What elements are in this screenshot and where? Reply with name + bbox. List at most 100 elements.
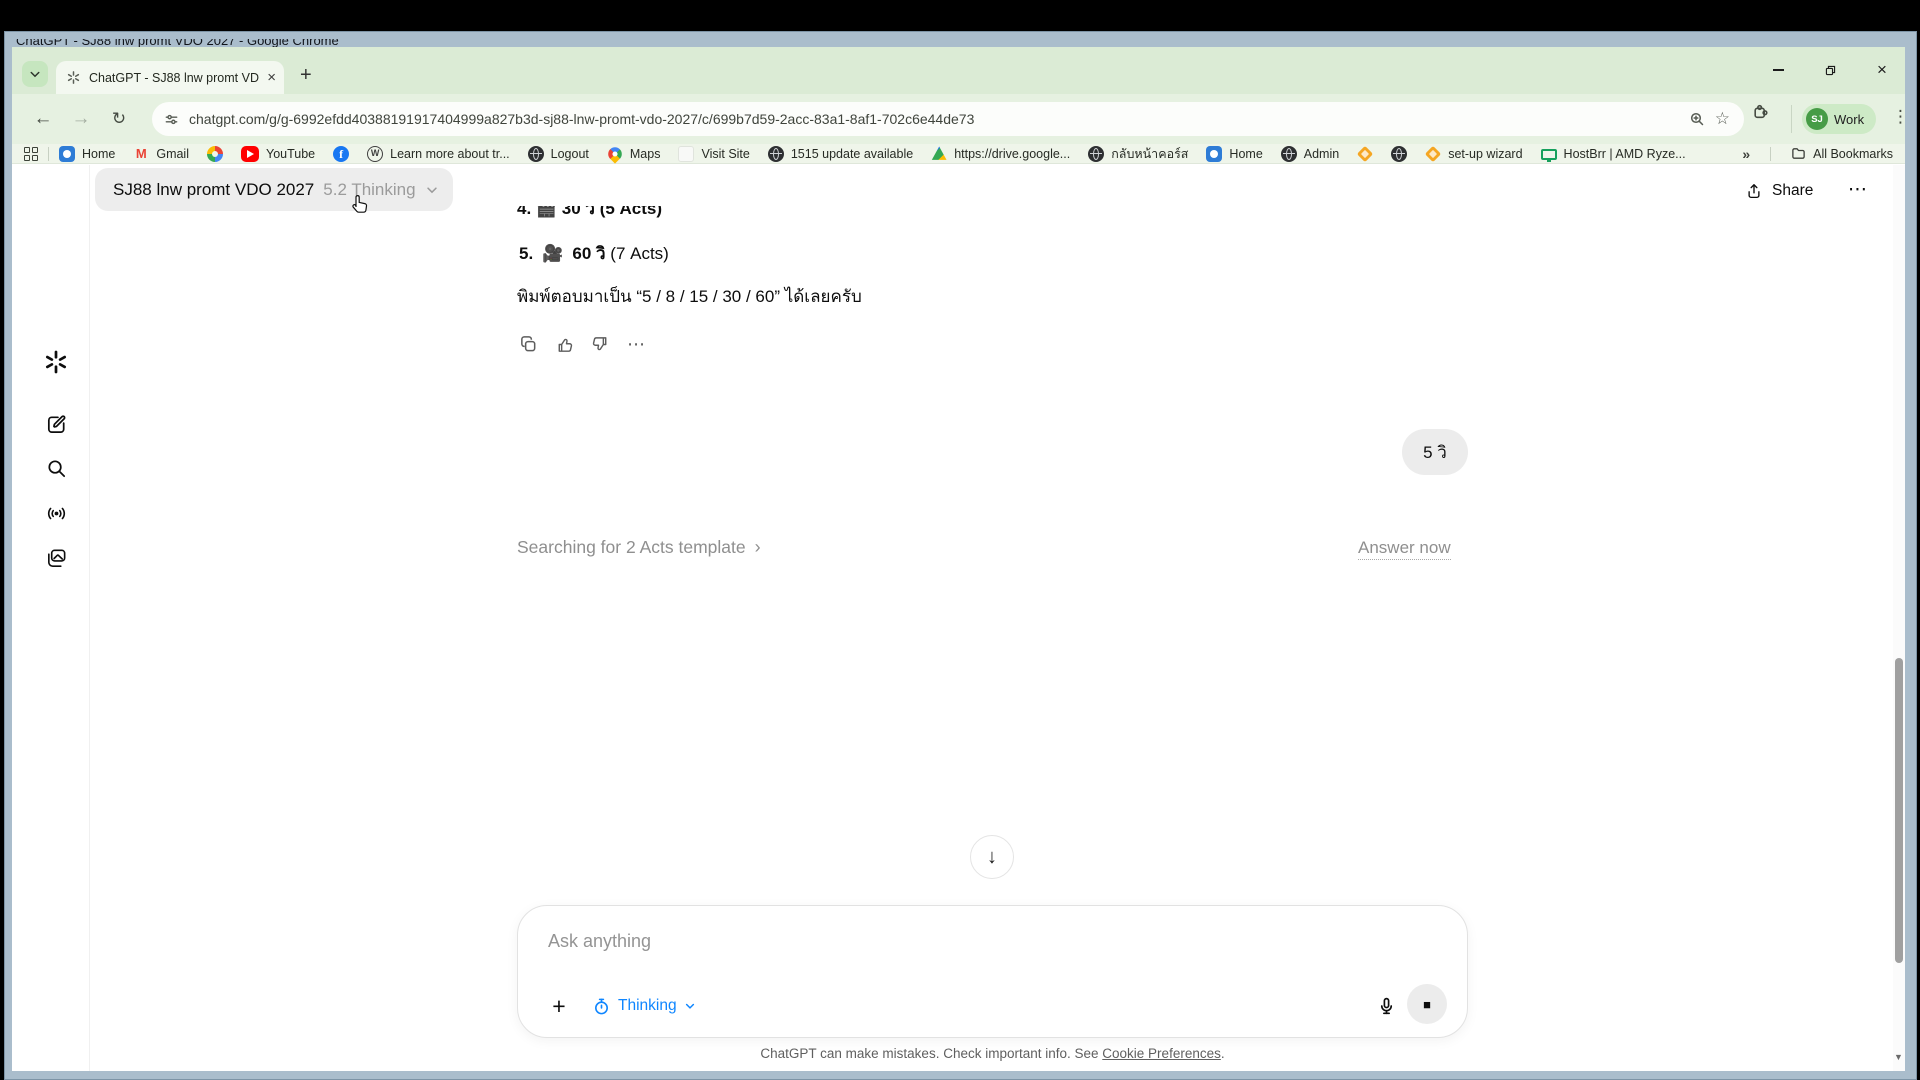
reload-button[interactable]: ↻ (104, 94, 134, 144)
bookmark-item[interactable]: set-up wizard (1425, 146, 1522, 162)
all-bookmarks-button[interactable]: All Bookmarks (1791, 146, 1893, 161)
bookmark-item[interactable] (207, 146, 223, 162)
apps-grid-icon[interactable] (24, 147, 38, 161)
mouse-cursor (348, 192, 370, 216)
chevron-down-icon (684, 1000, 696, 1012)
bookmarks-overflow-icon[interactable]: » (1742, 146, 1750, 162)
app-blue-icon (1206, 146, 1222, 162)
copy-icon[interactable] (519, 335, 538, 354)
bookmark-label: Home (1229, 147, 1262, 161)
bookmark-item[interactable]: กลับหน้าคอร์ส (1088, 144, 1188, 164)
bookmarks-list: Home Gmail YouTube Learn more about tr... Lo… (59, 144, 1734, 164)
window-controls: × (1765, 55, 1895, 85)
extensions-icon[interactable] (1752, 103, 1769, 120)
screen: { "colors": {"accent_blue": "#0f86ff", "… (0, 0, 1920, 1080)
restore-button[interactable] (1817, 57, 1843, 83)
share-label: Share (1772, 182, 1813, 200)
zoom-icon[interactable] (1689, 111, 1705, 127)
chevron-down-icon (29, 68, 41, 80)
bookmark-item[interactable]: Admin (1281, 146, 1339, 162)
chatgpt-favicon-icon (66, 70, 81, 85)
profile-button[interactable]: SJ Work (1802, 104, 1876, 134)
bookmark-item[interactable]: https://drive.google... (931, 146, 1070, 162)
browser-tab[interactable]: ChatGPT - SJ88 lnw promt VDO × (56, 61, 284, 94)
answer-now-link[interactable]: Answer now (1358, 538, 1451, 560)
thumbs-down-icon[interactable] (591, 335, 610, 354)
conversation-title-button[interactable]: SJ88 lnw promt VDO 2027 5.2 Thinking (95, 168, 453, 211)
voice-input-button[interactable] (1376, 996, 1397, 1017)
bookmark-item[interactable]: YouTube (241, 146, 315, 162)
bookmark-item[interactable]: Visit Site (678, 146, 749, 162)
bookmark-item[interactable]: Home (1206, 146, 1262, 162)
chevron-right-icon: › (755, 537, 761, 558)
minimize-icon (1773, 69, 1784, 71)
bookmarks-bar: Home Gmail YouTube Learn more about tr... Lo… (12, 144, 1905, 164)
conversation-menu-icon[interactable]: ⋯ (1848, 178, 1867, 200)
bookmarks-divider (1770, 147, 1771, 161)
bookmark-label: Logout (551, 147, 589, 161)
drive-icon (931, 146, 947, 162)
wordpress-icon (367, 146, 383, 162)
new-chat-icon[interactable] (43, 411, 69, 437)
tab-search-button[interactable] (22, 61, 48, 87)
address-bar[interactable]: chatgpt.com/g/g-6992efdd4038819191740499… (152, 102, 1744, 136)
search-status[interactable]: Searching for 2 Acts template › (517, 537, 761, 558)
diamond-icon (1357, 145, 1373, 161)
share-button[interactable]: Share (1745, 182, 1813, 200)
bookmarks-divider (48, 147, 49, 161)
composer: + Thinking ■ (517, 905, 1468, 1038)
window-title: ChatGPT - SJ88 lnw promt VDO 2027 - Goog… (16, 39, 916, 47)
bookmark-label: Maps (630, 147, 661, 161)
bookmark-item[interactable] (1357, 146, 1373, 162)
tab-close-icon[interactable]: × (267, 70, 276, 85)
message-input[interactable] (546, 926, 1246, 956)
back-button[interactable]: ← (28, 94, 58, 144)
bookmark-item[interactable]: Home (59, 146, 115, 162)
more-actions-icon[interactable]: ⋯ (627, 334, 645, 355)
minimize-button[interactable] (1765, 57, 1791, 83)
url-text[interactable]: chatgpt.com/g/g-6992efdd4038819191740499… (189, 111, 1679, 127)
browser-menu-icon[interactable]: ⋮ (1892, 107, 1909, 127)
cookie-preferences-link[interactable]: Cookie Preferences (1102, 1046, 1221, 1061)
bookmark-star-icon[interactable]: ☆ (1715, 109, 1730, 129)
bookmark-item[interactable] (1391, 146, 1407, 162)
conversation-title: SJ88 lnw promt VDO 2027 (113, 180, 314, 200)
bookmark-item[interactable]: Gmail (133, 146, 189, 162)
arrow-down-icon: ↓ (987, 846, 997, 869)
library-icon[interactable] (43, 545, 69, 571)
movie-camera-emoji: 🎥 (542, 244, 563, 264)
toolbar-divider (1791, 105, 1792, 133)
scrollbar-down-arrow[interactable]: ▼ (1894, 1052, 1903, 1062)
attach-button[interactable]: + (542, 989, 576, 1023)
message-actions: ⋯ (519, 334, 645, 355)
bookmark-item[interactable]: Learn more about tr... (367, 146, 510, 162)
bookmark-item[interactable] (333, 146, 349, 162)
search-icon[interactable] (43, 455, 69, 481)
list-item-bold: 60 วิ (572, 244, 605, 263)
thumbs-up-icon[interactable] (555, 335, 574, 354)
bookmark-item[interactable]: HostBrr | AMD Ryze... (1541, 147, 1686, 161)
youtube-icon (241, 146, 259, 162)
forward-button[interactable]: → (66, 94, 96, 144)
globe-icon (1088, 146, 1104, 162)
stopwatch-icon (592, 997, 611, 1016)
stop-button[interactable]: ■ (1407, 984, 1447, 1024)
gmail-icon (133, 146, 149, 162)
thinking-mode-button[interactable]: Thinking (584, 989, 704, 1023)
broadcast-icon[interactable] (43, 500, 69, 526)
site-info-icon[interactable] (164, 112, 179, 127)
bookmark-item[interactable]: Maps (607, 146, 661, 162)
bookmark-item[interactable]: 1515 update available (768, 146, 913, 162)
list-item: 5. 🎥 60 วิ (7 Acts) (519, 240, 669, 267)
scrollbar-thumb[interactable] (1895, 658, 1903, 963)
close-window-button[interactable]: × (1869, 57, 1895, 83)
new-tab-button[interactable]: + (300, 65, 312, 85)
bookmark-label: https://drive.google... (954, 147, 1070, 161)
scroll-to-bottom-button[interactable]: ↓ (970, 835, 1014, 879)
chatgpt-logo-icon[interactable] (43, 349, 69, 375)
globe-icon (1391, 146, 1407, 162)
bookmark-item[interactable]: Logout (528, 146, 589, 162)
photos-icon (207, 146, 223, 162)
bookmark-label: Visit Site (701, 147, 749, 161)
window-titlebar: ChatGPT - SJ88 lnw promt VDO 2027 - Goog… (16, 39, 916, 47)
